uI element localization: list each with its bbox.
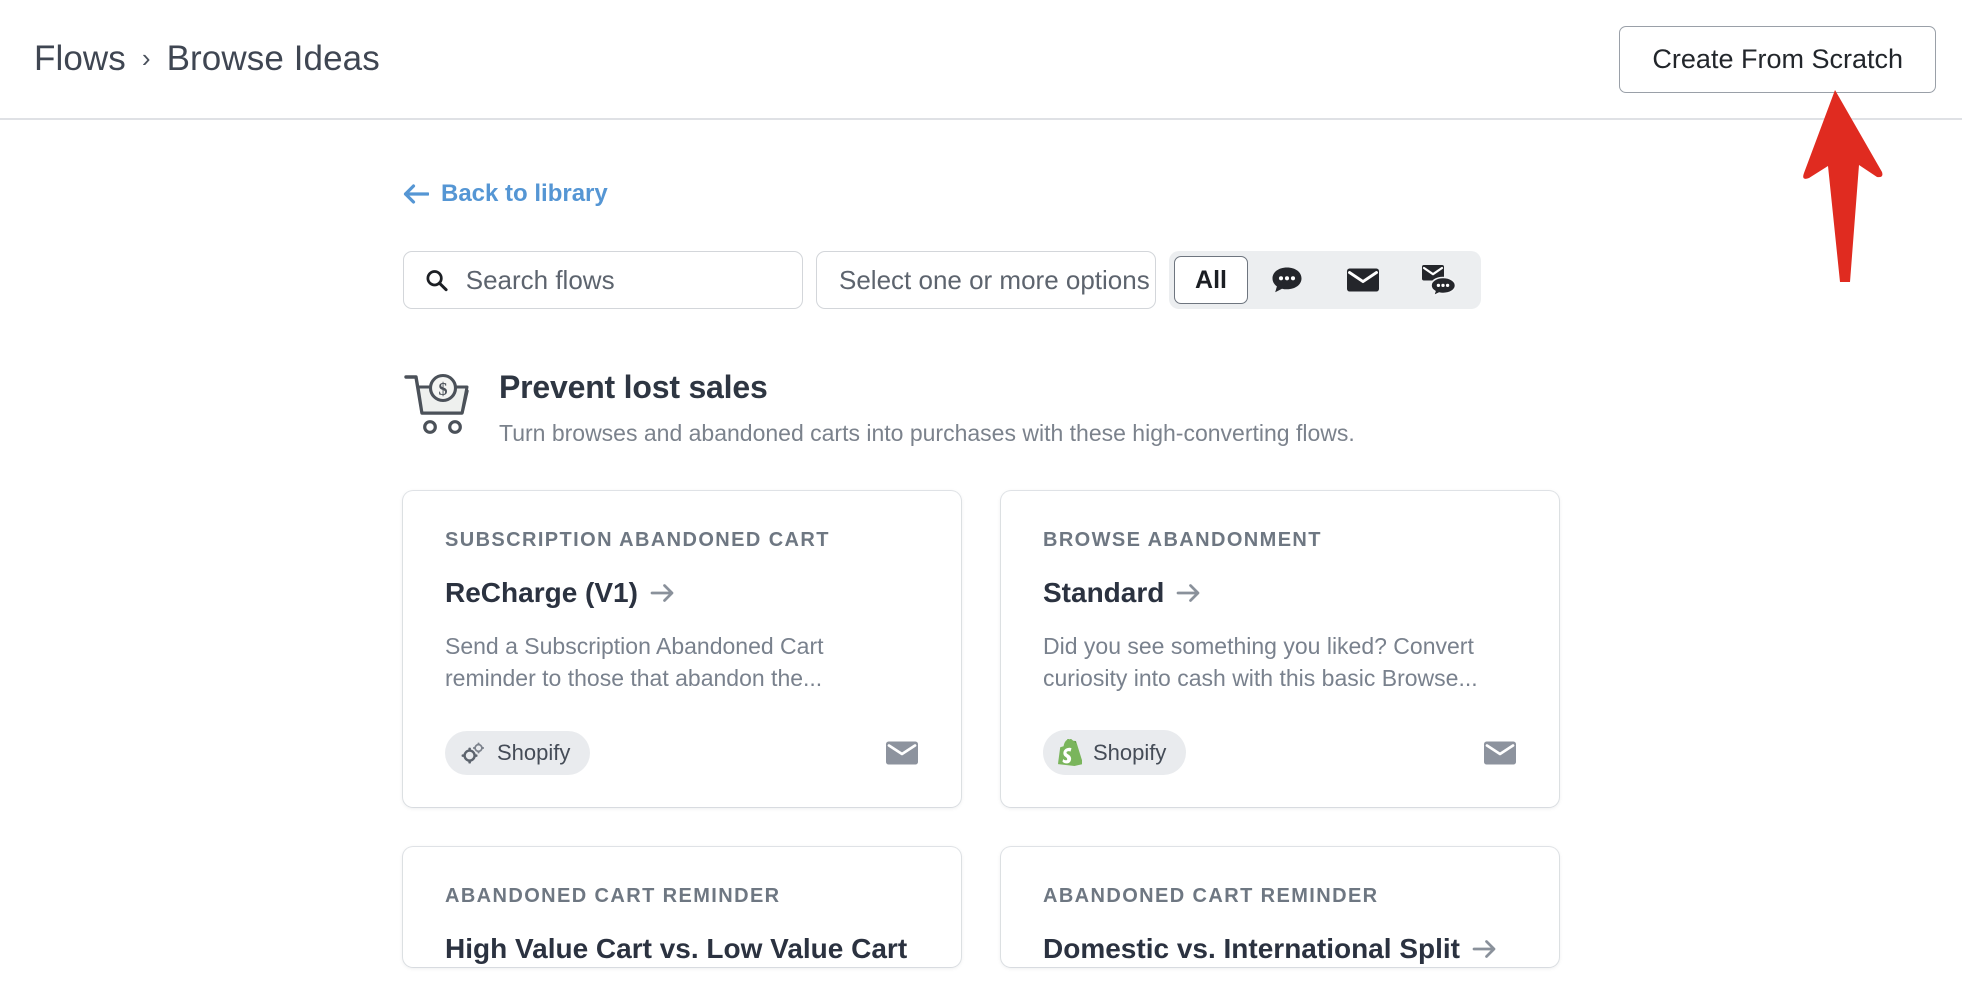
channel-filter-email-and-sms[interactable]: [1402, 256, 1476, 304]
card-title-row: ReCharge (V1): [445, 577, 919, 609]
card-eyebrow: BROWSE ABANDONMENT: [1043, 529, 1322, 551]
section-header: $ Prevent lost sales Turn browses and ab…: [403, 369, 1962, 447]
integration-badge[interactable]: Shopify: [445, 731, 591, 775]
card-footer: Shopify: [1043, 730, 1517, 775]
svg-text:$: $: [439, 379, 448, 399]
search-icon: [426, 270, 448, 292]
envelope-icon: [1484, 741, 1516, 764]
section-icon-wrapper: $: [403, 369, 477, 442]
filter-row: Select one or more options All: [403, 251, 1962, 309]
shopping-cart-dollar-icon: $: [404, 373, 469, 434]
search-flows-box[interactable]: [403, 251, 803, 309]
options-select-label: Select one or more options: [839, 264, 1150, 295]
card-eyebrow: SUBSCRIPTION ABANDONED CART: [445, 529, 830, 551]
breadcrumb-item-browse-ideas[interactable]: Browse Ideas: [167, 39, 380, 79]
channel-filter-all[interactable]: All: [1174, 256, 1248, 304]
shopify-logo-icon: [1058, 739, 1082, 766]
card-title-row: Standard: [1043, 577, 1517, 609]
card-eyebrow: ABANDONED CART REMINDER: [1043, 885, 1379, 907]
card-title-row: High Value Cart vs. Low Value Cart: [445, 933, 919, 965]
channel-filter-toggle-group: All: [1169, 251, 1481, 309]
card-title: Domestic vs. International Split: [1043, 933, 1460, 964]
card-eyebrow: ABANDONED CART REMINDER: [445, 885, 781, 907]
card-description: Send a Subscription Abandoned Cart remin…: [445, 633, 824, 691]
card-footer: Shopify: [445, 731, 919, 775]
arrow-left-icon: [403, 184, 429, 204]
card-title: ReCharge (V1): [445, 577, 638, 608]
arrow-right-icon: [650, 584, 674, 602]
breadcrumb: Flows › Browse Ideas: [34, 39, 380, 79]
options-select[interactable]: Select one or more options: [816, 251, 1156, 309]
flow-card-grid: SUBSCRIPTION ABANDONED CART ReCharge (V1…: [403, 491, 1962, 967]
section-subtitle: Turn browses and abandoned carts into pu…: [499, 420, 1355, 446]
breadcrumb-separator-icon: ›: [141, 42, 151, 73]
integration-badge-label: Shopify: [497, 740, 571, 765]
card-title: Standard: [1043, 577, 1165, 608]
breadcrumb-item-flows[interactable]: Flows: [34, 39, 126, 79]
chat-bubble-icon: [1272, 267, 1302, 293]
card-description: Did you see something you liked? Convert…: [1043, 633, 1478, 691]
card-title: High Value Cart vs. Low Value Cart: [445, 933, 908, 964]
section-text: Prevent lost sales Turn browses and aban…: [499, 369, 1355, 447]
envelope-icon: [886, 741, 918, 765]
flow-card-domestic-international-split[interactable]: ABANDONED CART REMINDER Domestic vs. Int…: [1001, 847, 1559, 967]
flow-card-high-value-cart[interactable]: ABANDONED CART REMINDER High Value Cart …: [403, 847, 961, 967]
envelope-icon: [1347, 268, 1379, 292]
app-header: Flows › Browse Ideas Create From Scratch: [0, 0, 1962, 282]
section-title: Prevent lost sales: [499, 369, 768, 405]
integration-badge[interactable]: Shopify: [1043, 730, 1187, 775]
gears-icon: [461, 742, 484, 764]
card-title-row: Domestic vs. International Split: [1043, 933, 1517, 965]
arrow-right-icon: [1472, 940, 1496, 958]
flow-card-recharge-v1[interactable]: SUBSCRIPTION ABANDONED CART ReCharge (V1…: [403, 491, 961, 807]
channel-filter-email[interactable]: [1326, 256, 1400, 304]
flow-card-standard[interactable]: BROWSE ABANDONMENT Standard Did you see …: [1001, 491, 1559, 807]
page-body: Back to library Select one or more optio…: [0, 120, 1962, 967]
integration-badge-label: Shopify: [1093, 739, 1167, 765]
create-from-scratch-button[interactable]: Create From Scratch: [1619, 25, 1936, 93]
back-to-library-link[interactable]: Back to library: [403, 180, 608, 208]
envelope-chat-icon: [1422, 265, 1457, 296]
search-input[interactable]: [465, 264, 782, 296]
back-to-library-label: Back to library: [441, 180, 608, 207]
arrow-right-icon: [1177, 584, 1200, 602]
channel-filter-sms[interactable]: [1250, 256, 1324, 304]
